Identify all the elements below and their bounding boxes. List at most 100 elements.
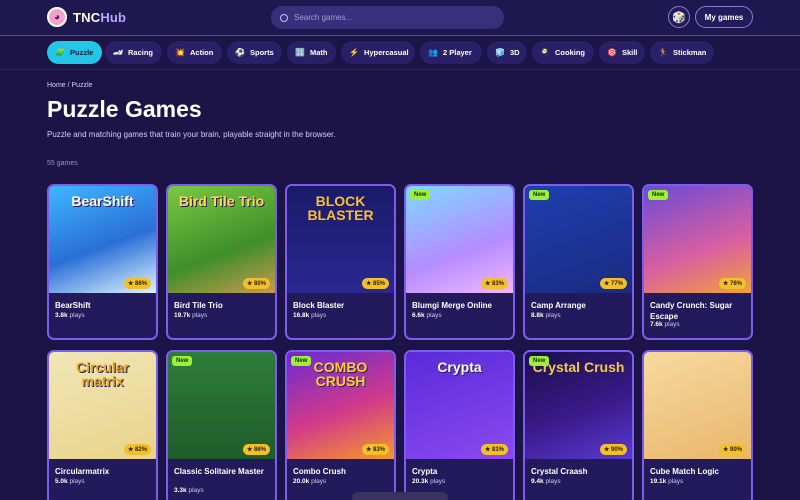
thumbnail-logo-text: BLOCK BLASTER	[307, 193, 374, 223]
game-card[interactable]: New ★ 83% Blumgi Merge Online 6.6k plays	[404, 184, 515, 340]
game-card[interactable]: Crystal Crush New ★ 90% Crystal Craash 9.4k …	[523, 350, 634, 500]
rating-badge: ★ 76%	[718, 278, 746, 289]
rating-badge: ★ 81%	[480, 444, 508, 455]
game-title[interactable]: Crystal Craash	[531, 466, 631, 477]
page-title: Puzzle Games	[47, 96, 202, 122]
game-thumbnail[interactable]: BLOCK BLASTER ★ 85%	[287, 186, 394, 293]
game-thumbnail[interactable]: Crystal Crush New ★ 90%	[525, 352, 632, 459]
new-badge: New	[410, 190, 431, 200]
logo-text: TNCHub	[73, 9, 127, 25]
game-title[interactable]: BearShift	[55, 300, 155, 311]
category-icon: 🏎	[113, 48, 124, 57]
category-label: Sports	[250, 48, 274, 57]
search-icon	[280, 13, 288, 22]
rating-badge: ★ 86%	[242, 444, 270, 455]
category-label: Puzzle	[70, 48, 94, 57]
thumbnail-art	[525, 186, 632, 293]
category-stickman[interactable]: 🏃 Stickman	[650, 41, 714, 64]
category-cooking[interactable]: 🍳 Cooking	[532, 41, 594, 64]
category-math[interactable]: 🔢 Math	[287, 41, 336, 64]
category-racing[interactable]: 🏎 Racing	[105, 41, 162, 64]
dice-icon: 🎲	[672, 11, 686, 24]
play-count: 16.8k plays	[293, 312, 327, 319]
search-input[interactable]	[294, 13, 484, 22]
game-thumbnail[interactable]: BearShift ★ 86%	[49, 186, 156, 293]
category-puzzle[interactable]: 🧩 Puzzle	[47, 41, 102, 64]
game-thumbnail[interactable]: Bird Tile Trio ★ 80%	[168, 186, 275, 293]
rating-badge: ★ 90%	[718, 444, 746, 455]
game-count: 55 games	[47, 160, 78, 167]
game-title[interactable]: Cube Match Logic	[650, 466, 750, 477]
play-count: 9.4k plays	[531, 478, 561, 485]
category-icon: 🎯	[607, 48, 617, 57]
bottom-toolbar[interactable]	[352, 492, 448, 500]
game-thumbnail[interactable]: New ★ 86%	[168, 352, 275, 459]
game-card[interactable]: New ★ 77% Camp Arrange 8.8k plays	[523, 184, 634, 340]
play-count: 3.8k plays	[55, 312, 85, 319]
thumbnail-art	[644, 186, 751, 293]
thumbnail-art	[644, 352, 751, 459]
site-logo[interactable]: ◕ TNCHub	[47, 7, 126, 27]
game-title[interactable]: Bird Tile Trio	[174, 300, 274, 311]
thumbnail-logo-text: Crypta	[437, 359, 482, 375]
game-card[interactable]: New ★ 76% Candy Crunch: Sugar Escape 7.6k p…	[642, 184, 753, 340]
category-skill[interactable]: 🎯 Skill	[599, 41, 645, 64]
search-bar[interactable]	[271, 6, 504, 29]
game-card[interactable]: Crypta ★ 81% Crypta 20.3k plays	[404, 350, 515, 500]
category-icon: 🏃	[658, 48, 668, 57]
game-title[interactable]: Combo Crush	[293, 466, 393, 477]
play-count: 8.8k plays	[531, 312, 561, 319]
category-action[interactable]: 💥 Action	[167, 41, 222, 64]
game-title[interactable]: Circularmatrix	[55, 466, 155, 477]
category-icon: 🔢	[295, 48, 305, 57]
game-thumbnail[interactable]: Circular matrix ★ 82%	[49, 352, 156, 459]
game-title[interactable]: Crypta	[412, 466, 512, 477]
game-thumbnail[interactable]: COMBO CRUSH New ★ 83%	[287, 352, 394, 459]
game-thumbnail[interactable]: New ★ 83%	[406, 186, 513, 293]
random-game-button[interactable]: 🎲	[668, 6, 690, 28]
game-card[interactable]: New ★ 86% Classic Solitaire Master 3.3k pla…	[166, 350, 277, 500]
rating-badge: ★ 83%	[480, 278, 508, 289]
logo-mascot-icon: ◕	[47, 7, 67, 27]
game-card[interactable]: ★ 90% Cube Match Logic 19.1k plays	[642, 350, 753, 500]
category-label: Hypercasual	[363, 48, 409, 57]
game-thumbnail[interactable]: New ★ 76%	[644, 186, 751, 293]
category-nav: 🧩 Puzzle 🏎 Racing 💥 Action ⚽ Sports 🔢 Math ⚡ Hyperc…	[0, 37, 800, 70]
category-hypercasual[interactable]: ⚡ Hypercasual	[341, 41, 415, 64]
game-thumbnail[interactable]: ★ 90%	[644, 352, 751, 459]
category-icon: 🧩	[55, 48, 65, 57]
play-count: 3.3k plays	[174, 487, 204, 494]
game-card[interactable]: BearShift ★ 86% BearShift 3.8k plays	[47, 184, 158, 340]
top-header: ◕ TNCHub 🎲 My games	[0, 0, 800, 36]
category-label: Math	[310, 48, 328, 57]
category-label: Cooking	[555, 48, 585, 57]
play-count: 20.3k plays	[412, 478, 446, 485]
play-count: 19.1k plays	[650, 478, 684, 485]
category-icon: 🍳	[540, 48, 550, 57]
rating-badge: ★ 77%	[599, 278, 627, 289]
game-card[interactable]: BLOCK BLASTER ★ 85% Block Blaster 16.8k pla…	[285, 184, 396, 340]
game-card[interactable]: Bird Tile Trio ★ 80% Bird Tile Trio 19.7k p…	[166, 184, 277, 340]
category-sports[interactable]: ⚽ Sports	[227, 41, 282, 64]
game-card[interactable]: COMBO CRUSH New ★ 83% Combo Crush 20.0k play…	[285, 350, 396, 500]
game-title[interactable]: Block Blaster	[293, 300, 393, 311]
category-label: Action	[190, 48, 214, 57]
game-title[interactable]: Camp Arrange	[531, 300, 631, 311]
play-count: 7.6k plays	[650, 321, 680, 328]
new-badge: New	[529, 356, 550, 366]
game-card[interactable]: Circular matrix ★ 82% Circularmatrix 5.0k p…	[47, 350, 158, 500]
game-thumbnail[interactable]: New ★ 77%	[525, 186, 632, 293]
breadcrumb: Home / Puzzle	[47, 82, 93, 89]
game-thumbnail[interactable]: Crypta ★ 81%	[406, 352, 513, 459]
category-label: 2 Player	[443, 48, 472, 57]
category-3d[interactable]: 🧊 3D	[487, 41, 527, 64]
game-title[interactable]: Blumgi Merge Online	[412, 300, 512, 311]
play-count: 5.0k plays	[55, 478, 85, 485]
category-label: Racing	[128, 48, 154, 57]
category-icon: 🧊	[495, 48, 505, 57]
category-icon: 💥	[175, 48, 185, 57]
game-title[interactable]: Classic Solitaire Master	[174, 466, 274, 477]
category-2-player[interactable]: 👥 2 Player	[420, 41, 482, 64]
my-games-button[interactable]: My games	[695, 6, 753, 28]
game-title[interactable]: Candy Crunch: Sugar Escape	[650, 300, 750, 322]
